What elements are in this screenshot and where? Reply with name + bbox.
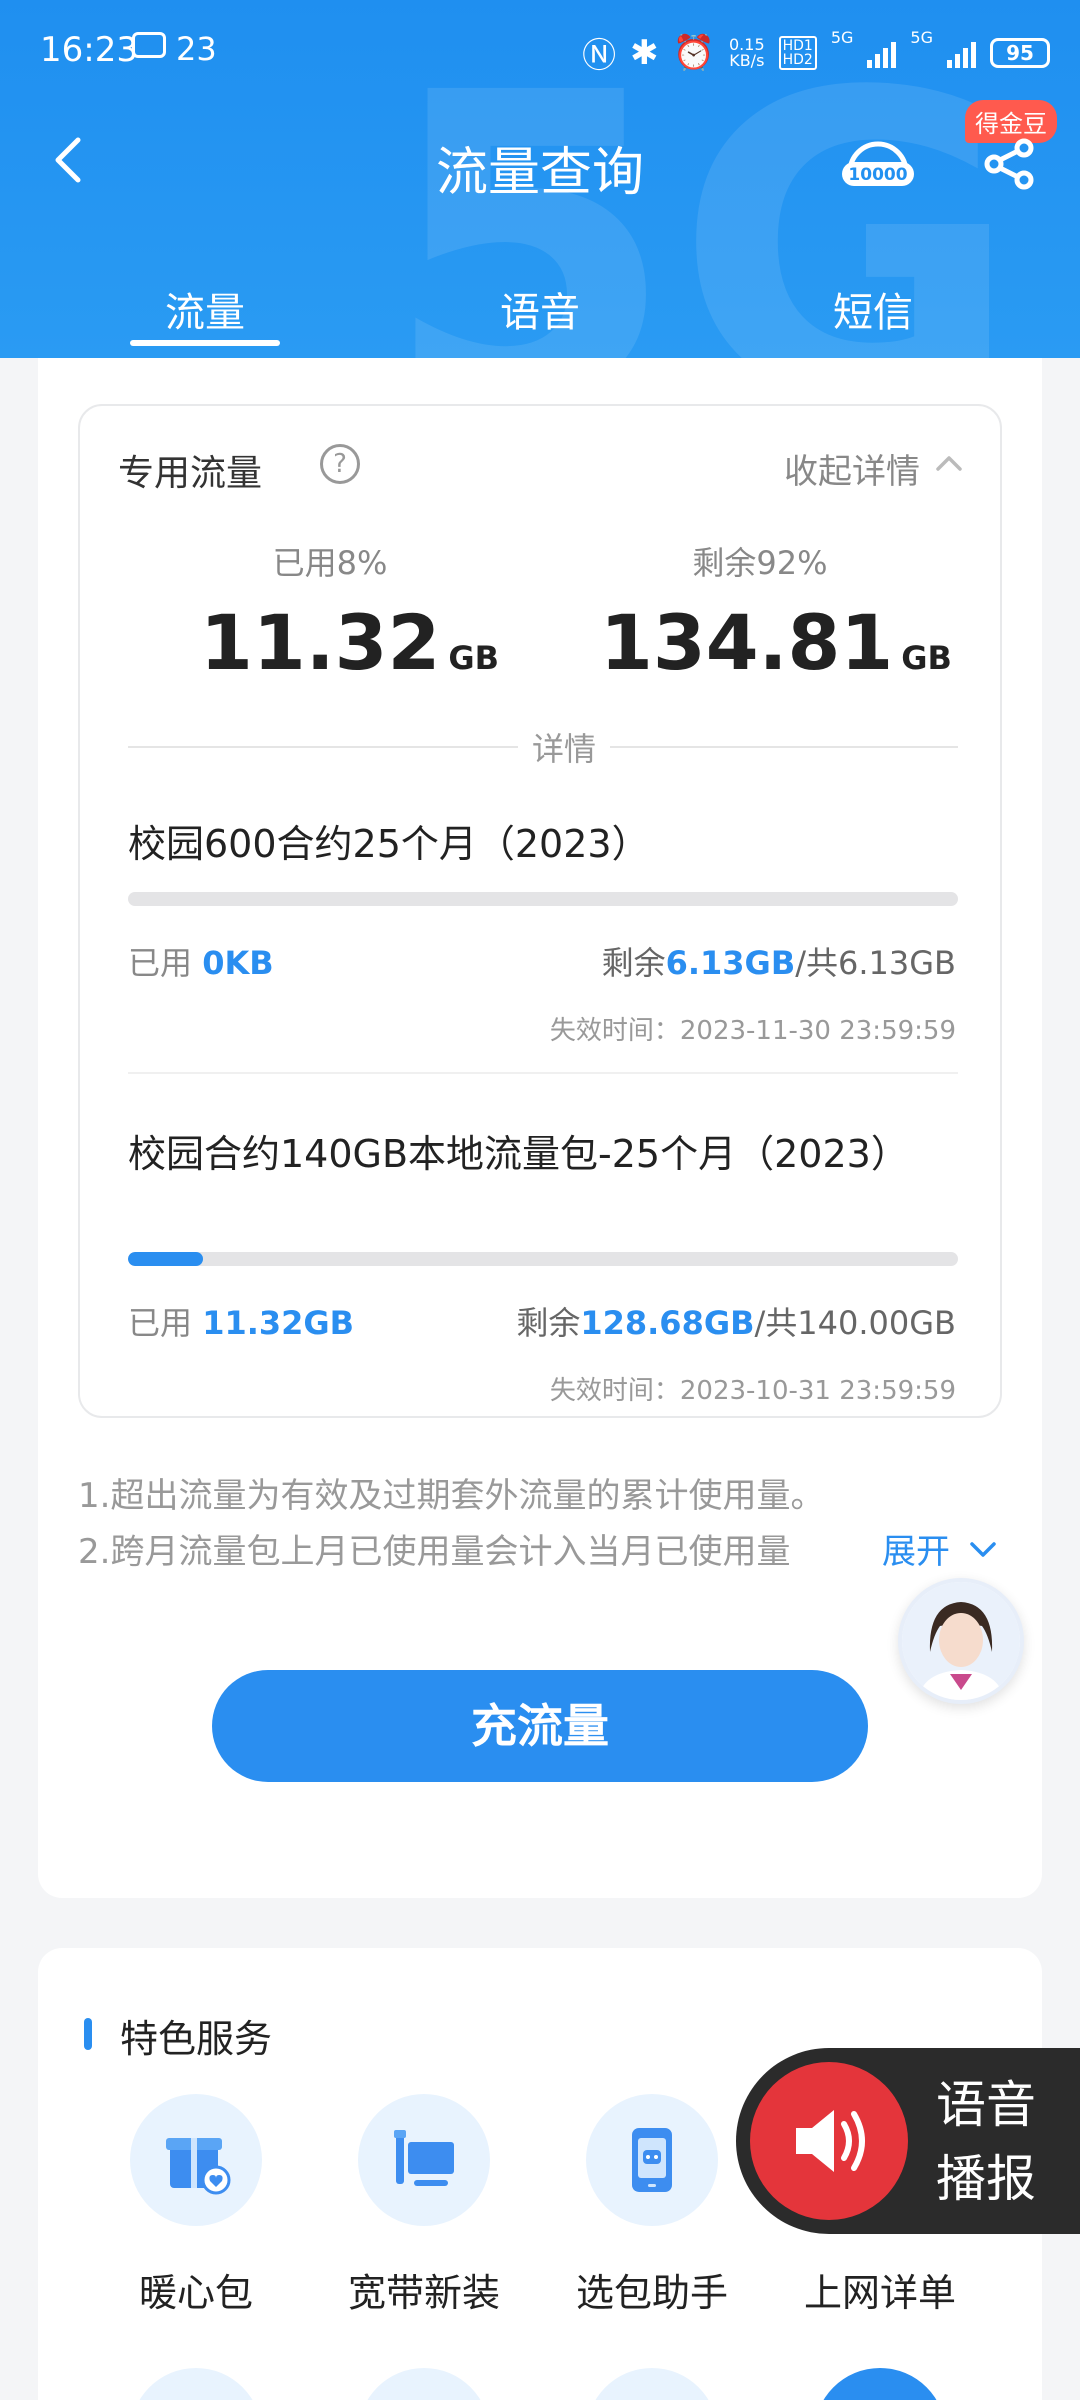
- service-label: 上网详单: [803, 2271, 956, 2315]
- package-remaining: 剩余128.68GB/共140.00GB: [516, 1304, 956, 1342]
- assistant-face-icon: [902, 1582, 1020, 1700]
- help-icon[interactable]: ?: [320, 444, 360, 484]
- package-divider: [128, 1072, 958, 1074]
- package-name: 校园合约140GB本地流量包-25个月（2023）: [128, 1132, 909, 1176]
- speaker-button[interactable]: [750, 2062, 908, 2220]
- service-icon-row2[interactable]: [814, 2368, 946, 2400]
- status-bar: 16:23 23 Ⓝ ✱ ⏰ 0.15 KB/s HD1 HD2 5G 5G 95: [0, 0, 1080, 100]
- progress-fill: [128, 1252, 203, 1266]
- package-progress-bar: [128, 1252, 958, 1266]
- remaining-amount: 134.81 GB: [600, 598, 952, 687]
- service-icon-row2[interactable]: [130, 2368, 262, 2400]
- share-icon[interactable]: [980, 134, 1040, 194]
- active-tab-indicator: [130, 340, 280, 346]
- chevron-up-icon[interactable]: [934, 448, 964, 478]
- nav-bar: 流量查询 10000 得金豆: [0, 100, 1080, 230]
- note-line-1: 1.超出流量为有效及过期套外流量的累计使用量。: [78, 1476, 825, 1516]
- package-progress-bar: [128, 892, 958, 906]
- service-icon-row2[interactable]: [358, 2368, 490, 2400]
- remaining-percent-label: 剩余92%: [692, 544, 828, 582]
- notification-count: 23: [176, 30, 217, 68]
- signal-icon: [867, 38, 897, 68]
- service-label: 暖心包: [138, 2271, 253, 2315]
- section-accent: [84, 2018, 92, 2050]
- service-icon-row2[interactable]: [586, 2368, 718, 2400]
- panel-title: 专用流量: [118, 453, 263, 494]
- note-line-2: 2.跨月流量包上月已使用量会计入当月已使用量: [78, 1532, 791, 1572]
- alarm-icon: ⏰: [672, 32, 715, 73]
- expand-notes-link[interactable]: 展开: [882, 1524, 950, 1573]
- bluetooth-icon: ✱: [630, 32, 659, 73]
- hd-voice-icon: HD1 HD2: [778, 35, 817, 70]
- page-title: 流量查询: [435, 143, 644, 203]
- data-usage-card: 专用流量 ? 收起详情 已用8% 11.32 GB 剩余92% 134.81 GB …: [38, 358, 1042, 1898]
- used-stat: 已用8% 11.32 GB: [200, 538, 500, 687]
- status-time: 16:23: [40, 30, 138, 70]
- network-type-2: 5G: [910, 28, 933, 47]
- used-percent-label: 已用8%: [272, 544, 388, 582]
- divider-right: [610, 746, 958, 748]
- robot-phone-icon: [586, 2094, 718, 2226]
- service-label: 宽带新装: [347, 2271, 500, 2315]
- package-used: 已用 11.32GB: [128, 1304, 355, 1342]
- service-broadband[interactable]: 宽带新装: [314, 2094, 534, 2317]
- tab-data[interactable]: 流量: [105, 280, 305, 338]
- package-used: 已用 0KB: [128, 944, 274, 982]
- package-expiry: 失效时间：2023-10-31 23:59:59: [549, 1376, 956, 1406]
- battery-icon: 95: [990, 37, 1050, 68]
- section-title: 特色服务: [120, 2017, 273, 2061]
- speaker-icon: [796, 2110, 865, 2172]
- monitor-icon: [358, 2094, 490, 2226]
- voice-broadcast-widget[interactable]: 语音 播报: [736, 2048, 1080, 2234]
- package-name: 校园600合约25个月（2023）: [128, 822, 650, 866]
- service-label: 选包助手: [575, 2271, 728, 2315]
- hotline-10000-icon[interactable]: 10000: [838, 132, 918, 202]
- package-remaining: 剩余6.13GB/共6.13GB: [601, 944, 956, 982]
- tab-sms[interactable]: 短信: [773, 280, 973, 338]
- gift-heart-icon: [130, 2094, 262, 2226]
- divider-left: [128, 746, 518, 748]
- chevron-down-icon[interactable]: [968, 1538, 998, 1562]
- network-type-1: 5G: [830, 28, 854, 47]
- svg-text:10000: 10000: [848, 165, 907, 185]
- network-speed: 0.15 KB/s: [729, 34, 765, 70]
- service-warm-package[interactable]: 暖心包: [86, 2094, 306, 2317]
- package-expiry: 失效时间：2023-11-30 23:59:59: [549, 1016, 956, 1046]
- header: 5G 16:23 23 Ⓝ ✱ ⏰ 0.15 KB/s HD1 HD2 5G 5G …: [0, 0, 1080, 358]
- remaining-stat: 剩余92% 134.81 GB: [600, 538, 952, 687]
- used-amount: 11.32 GB: [200, 598, 500, 687]
- message-icon: [132, 32, 166, 58]
- service-plan-helper[interactable]: 选包助手: [542, 2094, 762, 2317]
- signal-icon-2: [947, 38, 976, 68]
- status-icons: Ⓝ ✱ ⏰ 0.15 KB/s HD1 HD2 5G 5G 95: [582, 28, 1050, 77]
- tab-bar: 流量 语音 短信: [0, 270, 1080, 358]
- collapse-details-link[interactable]: 收起详情: [784, 444, 920, 493]
- dedicated-data-panel: 专用流量 ? 收起详情 已用8% 11.32 GB 剩余92% 134.81 GB …: [78, 404, 1002, 1418]
- recharge-data-button[interactable]: 充流量: [212, 1670, 868, 1782]
- nfc-icon: Ⓝ: [582, 36, 617, 76]
- assistant-avatar[interactable]: [898, 1578, 1024, 1704]
- details-heading: 详情: [531, 730, 596, 768]
- tab-voice[interactable]: 语音: [440, 280, 640, 338]
- voice-broadcast-label: 语音 播报: [936, 2076, 1036, 2208]
